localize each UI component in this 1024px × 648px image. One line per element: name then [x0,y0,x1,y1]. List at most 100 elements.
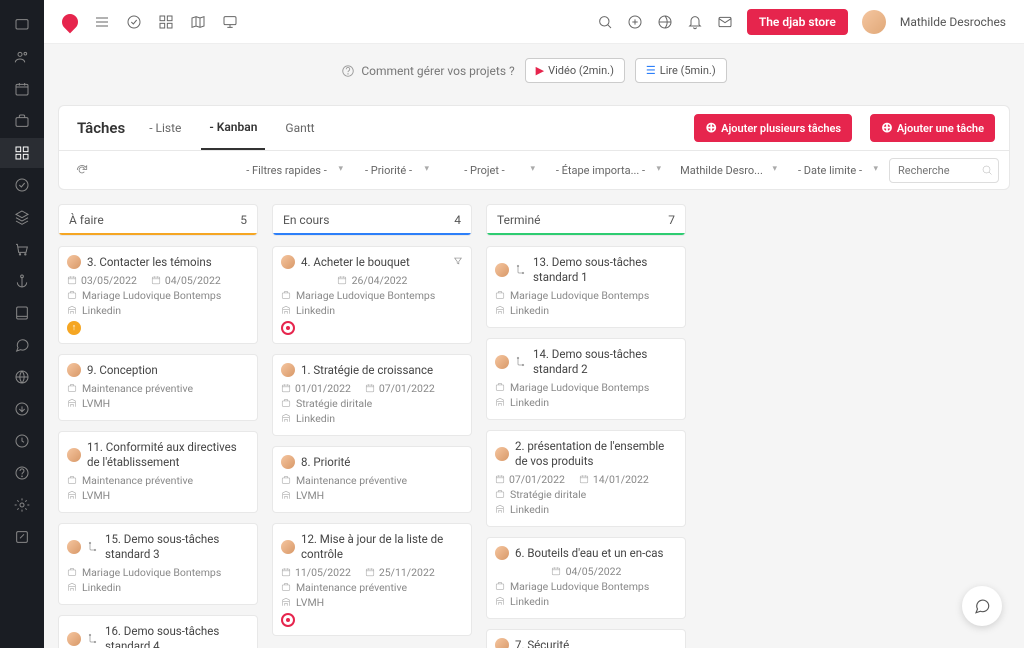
company-label: Linkedin [296,412,335,425]
start-date: 01/01/2022 [295,382,351,395]
globe-icon[interactable] [657,14,673,30]
map-icon[interactable] [190,14,206,30]
add-one-button[interactable]: ⊕Ajouter une tâche [870,114,995,142]
assignee-avatar [67,540,81,554]
column-header: En cours4 [272,204,472,236]
task-card[interactable]: 1. Stratégie de croissance01/01/202207/0… [272,354,472,436]
filter-priority[interactable]: - Priorité - [354,159,434,182]
help-question: Comment gérer vos projets ? [341,64,514,78]
card-title: 16. Demo sous-tâches standard 4 [105,624,249,648]
column-todo: À faire5 3. Contacter les témoins03/05/2… [58,204,258,648]
nav-clock[interactable] [0,426,44,456]
assignee-avatar [281,363,295,377]
task-card[interactable]: 8. PrioritéMaintenance préventiveLVMH [272,446,472,513]
mail-icon[interactable] [717,14,733,30]
assignee-avatar [281,540,295,554]
nav-anchor[interactable] [0,266,44,296]
task-card[interactable]: 16. Demo sous-tâches standard 4Mariage L… [58,615,258,648]
chat-fab[interactable] [962,586,1002,626]
nav-help[interactable] [0,458,44,488]
assignee-avatar [67,632,81,646]
priority-badge [281,613,295,627]
store-button[interactable]: The djab store [747,9,848,35]
company-label: LVMH [296,596,324,609]
monitor-icon[interactable] [222,14,238,30]
search-box [889,158,999,183]
card-title: 13. Demo sous-tâches standard 1 [533,255,677,285]
user-avatar[interactable] [862,10,886,34]
nav-globe[interactable] [0,362,44,392]
card-title: 7. Sécurité [515,638,569,648]
tab-kanban[interactable]: - Kanban [201,106,265,150]
tab-gantt[interactable]: Gantt [277,107,322,149]
nav-tasks[interactable] [0,138,44,168]
check-circle-icon[interactable] [126,14,142,30]
sidebar [0,0,44,648]
task-card[interactable]: 9. ConceptionMaintenance préventiveLVMH [58,354,258,421]
project-label: Maintenance préventive [296,581,407,594]
filter-project[interactable]: - Projet - [440,159,540,182]
card-title: 11. Conformité aux directives de l'établ… [87,440,249,470]
project-label: Mariage Ludovique Bontemps [510,381,649,394]
nav-check[interactable] [0,170,44,200]
task-card[interactable]: 13. Demo sous-tâches standard 1Mariage L… [486,246,686,328]
company-label: Linkedin [82,304,121,317]
project-label: Maintenance préventive [296,474,407,487]
search-icon[interactable] [597,14,613,30]
assignee-avatar [495,263,509,277]
assignee-avatar [67,448,81,462]
nav-briefcase[interactable] [0,106,44,136]
task-card[interactable]: 15. Demo sous-tâches standard 3Mariage L… [58,523,258,605]
card-title: 14. Demo sous-tâches standard 2 [533,347,677,377]
add-many-button[interactable]: ⊕Ajouter plusieurs tâches [694,114,852,142]
username-label: Mathilde Desroches [900,15,1006,29]
nav-chat[interactable] [0,330,44,360]
add-icon[interactable] [627,14,643,30]
project-label: Mariage Ludovique Bontemps [82,289,221,302]
assignee-avatar [495,546,509,560]
nav-book[interactable] [0,298,44,328]
company-label: LVMH [296,489,324,502]
start-date: 03/05/2022 [81,274,137,287]
nav-edit[interactable] [0,522,44,552]
end-date: 07/01/2022 [379,382,435,395]
start-date: 07/01/2022 [509,473,565,486]
filter-user[interactable]: Mathilde Desro... [672,159,782,182]
nav-dashboard[interactable] [0,10,44,40]
task-card[interactable]: 2. présentation de l'ensemble de vos pro… [486,430,686,527]
end-date: 04/05/2022 [165,274,221,287]
project-label: Stratégie diritale [296,397,372,410]
topbar-left-icons [94,14,238,30]
tab-list[interactable]: - Liste [141,107,189,149]
task-card[interactable]: 7. SécuritéMaintenance préventiveLVMH [486,629,686,648]
assignee-avatar [281,455,295,469]
bell-icon[interactable] [687,14,703,30]
refresh-button[interactable] [69,157,95,183]
task-card[interactable]: 6. Bouteils d'eau et un en-cas04/05/2022… [486,537,686,619]
menu-icon[interactable] [94,14,110,30]
filter-deadline[interactable]: - Date limite - [788,159,883,182]
nav-settings[interactable] [0,490,44,520]
page-header: Tâches - Liste - Kanban Gantt ⊕Ajouter p… [58,105,1010,150]
company-label: LVMH [82,397,110,410]
task-card[interactable]: 12. Mise à jour de la liste de contrôle1… [272,523,472,636]
task-card[interactable]: 3. Contacter les témoins03/05/202204/05/… [58,246,258,344]
nav-contacts[interactable] [0,42,44,72]
video-help-button[interactable]: ▶Vidéo (2min.) [525,58,625,83]
read-help-button[interactable]: ☰Lire (5min.) [635,58,727,83]
filter-bar: - Filtres rapides - - Priorité - - Proje… [58,150,1010,190]
nav-import[interactable] [0,394,44,424]
task-card[interactable]: 14. Demo sous-tâches standard 2 Mariage L… [486,338,686,420]
task-card[interactable]: 11. Conformité aux directives de l'établ… [58,431,258,513]
grid-icon[interactable] [158,14,174,30]
nav-layers[interactable] [0,202,44,232]
company-label: Linkedin [510,595,549,608]
nav-cart[interactable] [0,234,44,264]
nav-calendar[interactable] [0,74,44,104]
filter-stage[interactable]: - Étape importa... - [546,159,666,182]
task-card[interactable]: 4. Acheter le bouquet26/04/2022Mariage L… [272,246,472,344]
filter-quick[interactable]: - Filtres rapides - [236,159,348,182]
company-label: Linkedin [510,503,549,516]
project-label: Mariage Ludovique Bontemps [296,289,435,302]
assignee-avatar [495,447,509,461]
